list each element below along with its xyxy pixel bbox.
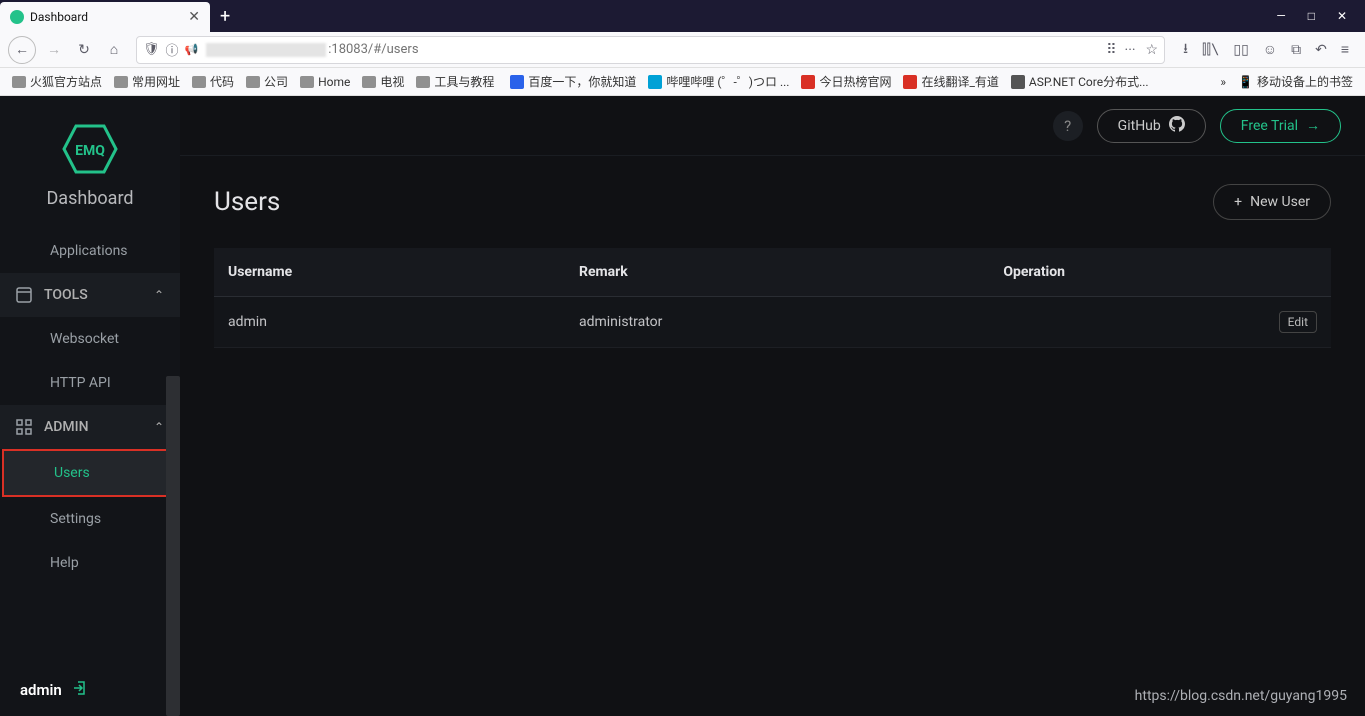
cell-remark: administrator (565, 297, 989, 348)
site-icon (510, 75, 524, 89)
logout-icon[interactable] (72, 680, 88, 700)
table-row: adminadministrator Edit (214, 297, 1331, 348)
bookmarks-overflow-icon[interactable]: » (1220, 75, 1226, 89)
site-icon (648, 75, 662, 89)
site-icon (903, 75, 917, 89)
account-icon[interactable]: ☺ (1263, 41, 1277, 58)
bookmark-folder[interactable]: 工具与教程 (410, 73, 500, 90)
sidebar-section-tools[interactable]: TOOLS ⌃ (0, 273, 180, 317)
sidebar-item-settings[interactable]: Settings (0, 497, 180, 541)
bookmark-link[interactable]: 百度一下，你就知道 (504, 73, 642, 90)
svg-text:EMQ: EMQ (75, 143, 105, 159)
library-icon[interactable]: ⫿⫿\ (1202, 42, 1219, 58)
help-button[interactable]: ? (1053, 111, 1083, 141)
folder-icon (114, 76, 128, 88)
folder-icon (246, 76, 260, 88)
cell-username: admin (214, 297, 565, 348)
mobile-icon: 📱 (1238, 75, 1253, 89)
url-text: :18083/#/users (204, 42, 1100, 57)
folder-icon (416, 76, 430, 88)
footer-username: admin (20, 681, 62, 699)
plus-icon: + (1234, 194, 1242, 210)
users-table: Username Remark Operation adminadministr… (214, 248, 1331, 348)
col-operation: Operation (989, 248, 1331, 297)
folder-icon (300, 76, 314, 88)
sidebar-item-help[interactable]: Help (0, 541, 180, 585)
screenshot-icon[interactable]: ⧉ (1291, 42, 1301, 58)
edit-button[interactable]: Edit (1279, 311, 1317, 333)
reader-icon[interactable]: ⠿ (1106, 42, 1114, 58)
tab-favicon (10, 10, 24, 24)
bookmark-folder[interactable]: 常用网址 (108, 73, 186, 90)
folder-icon (192, 76, 206, 88)
info-icon[interactable]: ⓘ (166, 40, 179, 59)
sidebar-scrollbar[interactable] (166, 376, 180, 716)
sidebar-item-users[interactable]: Users (2, 449, 178, 497)
bookmark-folder[interactable]: 代码 (186, 73, 240, 90)
emq-logo: EMQ (62, 124, 118, 174)
new-user-button[interactable]: + New User (1213, 184, 1331, 220)
sidebar-footer[interactable]: admin (0, 664, 180, 716)
folder-icon (362, 76, 376, 88)
download-icon[interactable]: ⭳ (1183, 38, 1188, 62)
arrow-right-icon: → (1306, 117, 1320, 134)
tab-close-icon[interactable]: ✕ (188, 9, 200, 25)
bookmarks-bar: 火狐官方站点常用网址代码公司Home电视工具与教程 百度一下，你就知道哔哩哔哩 … (0, 68, 1365, 96)
page-title: Users (214, 187, 280, 217)
chevron-up-icon: ⌃ (154, 288, 164, 302)
bookmark-folder[interactable]: Home (294, 73, 356, 90)
window-minimize-button[interactable]: — (1276, 9, 1285, 23)
permission-icon[interactable]: 📢 (185, 43, 199, 56)
tab-title: Dashboard (30, 10, 182, 24)
github-icon (1169, 116, 1185, 136)
bookmark-folder[interactable]: 火狐官方站点 (6, 73, 108, 90)
bookmark-folder[interactable]: 电视 (356, 73, 410, 90)
mobile-bookmarks-item[interactable]: 📱 移动设备上的书签 (1232, 73, 1359, 90)
bookmark-folder[interactable]: 公司 (240, 73, 294, 90)
nav-forward-button[interactable]: → (42, 36, 66, 64)
site-icon (1011, 75, 1025, 89)
sidebar-item-applications[interactable]: Applications (0, 229, 180, 273)
site-icon (801, 75, 815, 89)
folder-icon (12, 76, 26, 88)
tools-icon (16, 287, 32, 303)
bookmark-link[interactable]: 今日热榜官网 (795, 73, 897, 90)
undo-icon[interactable]: ↶ (1315, 42, 1327, 58)
nav-home-button[interactable]: ⌂ (102, 36, 126, 64)
bookmark-link[interactable]: 在线翻译_有道 (897, 73, 1004, 90)
chevron-up-icon: ⌃ (154, 420, 164, 434)
address-bar[interactable]: 🛡 ⓘ 📢 :18083/#/users ⠿ ··· ☆ (136, 36, 1165, 64)
free-trial-button[interactable]: Free Trial → (1220, 109, 1341, 143)
sidebar-item-websocket[interactable]: Websocket (0, 317, 180, 361)
new-tab-button[interactable]: + (220, 6, 230, 27)
sidebar: EMQ Dashboard Applications TOOLS ⌃ Webso… (0, 96, 180, 716)
bookmark-link[interactable]: ASP.NET Core分布式... (1005, 73, 1155, 90)
admin-icon (16, 419, 32, 435)
bookmark-star-icon[interactable]: ☆ (1146, 42, 1159, 58)
watermark-text: https://blog.csdn.net/guyang1995 (1135, 688, 1347, 704)
menu-icon[interactable]: ≡ (1341, 41, 1349, 58)
window-close-button[interactable]: ✕ (1337, 9, 1347, 23)
browser-tab-strip: Dashboard ✕ + — □ ✕ (0, 0, 1365, 32)
col-username: Username (214, 248, 565, 297)
window-maximize-button[interactable]: □ (1308, 9, 1315, 23)
address-toolbar: ← → ↻ ⌂ 🛡 ⓘ 📢 :18083/#/users ⠿ ··· ☆ ⭳ ⫿… (0, 32, 1365, 68)
sidebar-section-admin[interactable]: ADMIN ⌃ (0, 405, 180, 449)
nav-reload-button[interactable]: ↻ (72, 36, 96, 64)
branding: EMQ Dashboard (0, 96, 180, 229)
sidebar-toggle-icon[interactable]: ▯▯ (1233, 42, 1248, 58)
topbar: ? GitHub Free Trial → (180, 96, 1365, 156)
main-area: ? GitHub Free Trial → Users + New User (180, 96, 1365, 716)
shield-icon[interactable]: 🛡 (143, 42, 160, 57)
window-controls: — □ ✕ (1276, 9, 1365, 23)
more-addr-icon[interactable]: ··· (1125, 42, 1136, 58)
nav-back-button[interactable]: ← (8, 36, 36, 64)
bookmark-link[interactable]: 哔哩哔哩 (゜-゜)つロ ... (642, 73, 795, 90)
github-button[interactable]: GitHub (1097, 109, 1206, 143)
sidebar-item-http-api[interactable]: HTTP API (0, 361, 180, 405)
brand-text: Dashboard (46, 188, 133, 209)
browser-tab[interactable]: Dashboard ✕ (0, 2, 210, 32)
col-remark: Remark (565, 248, 989, 297)
